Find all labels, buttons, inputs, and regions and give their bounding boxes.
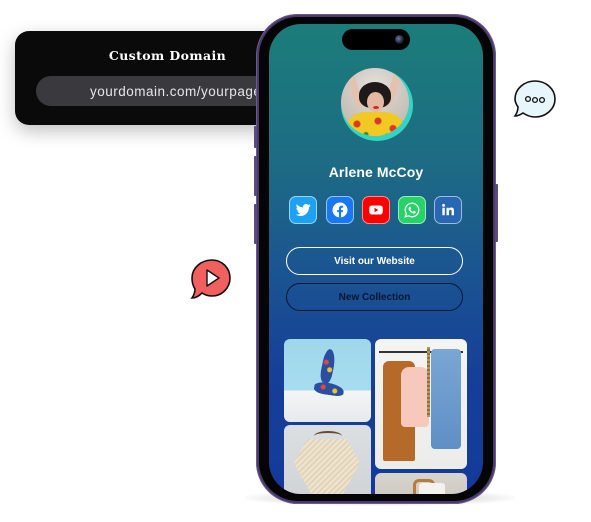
jeans-image — [431, 349, 461, 449]
whatsapp-icon — [404, 202, 420, 218]
youtube-icon — [369, 205, 383, 215]
hanger-image — [314, 431, 342, 441]
facebook-icon — [332, 202, 348, 218]
whatsapp-button[interactable] — [398, 196, 426, 224]
phone-side-button — [495, 184, 498, 242]
linkedin-icon — [442, 203, 454, 216]
shoe-image — [318, 348, 338, 384]
visit-website-button[interactable]: Visit our Website — [286, 247, 463, 275]
facebook-button[interactable] — [326, 196, 354, 224]
gallery-tile-chair[interactable] — [375, 473, 467, 494]
dynamic-island — [342, 29, 410, 50]
blouse-image — [401, 367, 429, 427]
camera-icon — [395, 35, 404, 44]
youtube-button[interactable] — [362, 196, 390, 224]
phone-side-button — [254, 156, 257, 196]
avatar-lips — [373, 106, 379, 109]
gallery-tile-poncho[interactable] — [284, 425, 371, 494]
phone-screen: Arlene McCoy Visit our Website New Colle… — [269, 24, 483, 494]
phone-side-button — [254, 204, 257, 244]
profile-name: Arlene McCoy — [328, 164, 424, 180]
gallery-tile-clothing-rack[interactable] — [375, 339, 467, 469]
poncho-image — [294, 439, 360, 494]
chat-bubble-icon — [513, 80, 556, 118]
twitter-icon — [295, 203, 311, 216]
phone-frame: Arlene McCoy Visit our Website New Colle… — [254, 14, 498, 504]
chain-image — [427, 347, 430, 417]
gallery-tile-shoes[interactable] — [284, 339, 371, 422]
shoe-image — [313, 380, 345, 398]
social-links — [289, 196, 465, 226]
play-bubble-icon — [190, 259, 231, 299]
avatar[interactable] — [341, 68, 409, 136]
twitter-button[interactable] — [289, 196, 317, 224]
cloth-image — [419, 483, 445, 494]
avatar-shirt — [345, 112, 405, 136]
linkedin-button[interactable] — [434, 196, 462, 224]
new-collection-button[interactable]: New Collection — [286, 283, 463, 311]
phone-side-button — [254, 126, 257, 148]
avatar-face — [367, 92, 384, 112]
